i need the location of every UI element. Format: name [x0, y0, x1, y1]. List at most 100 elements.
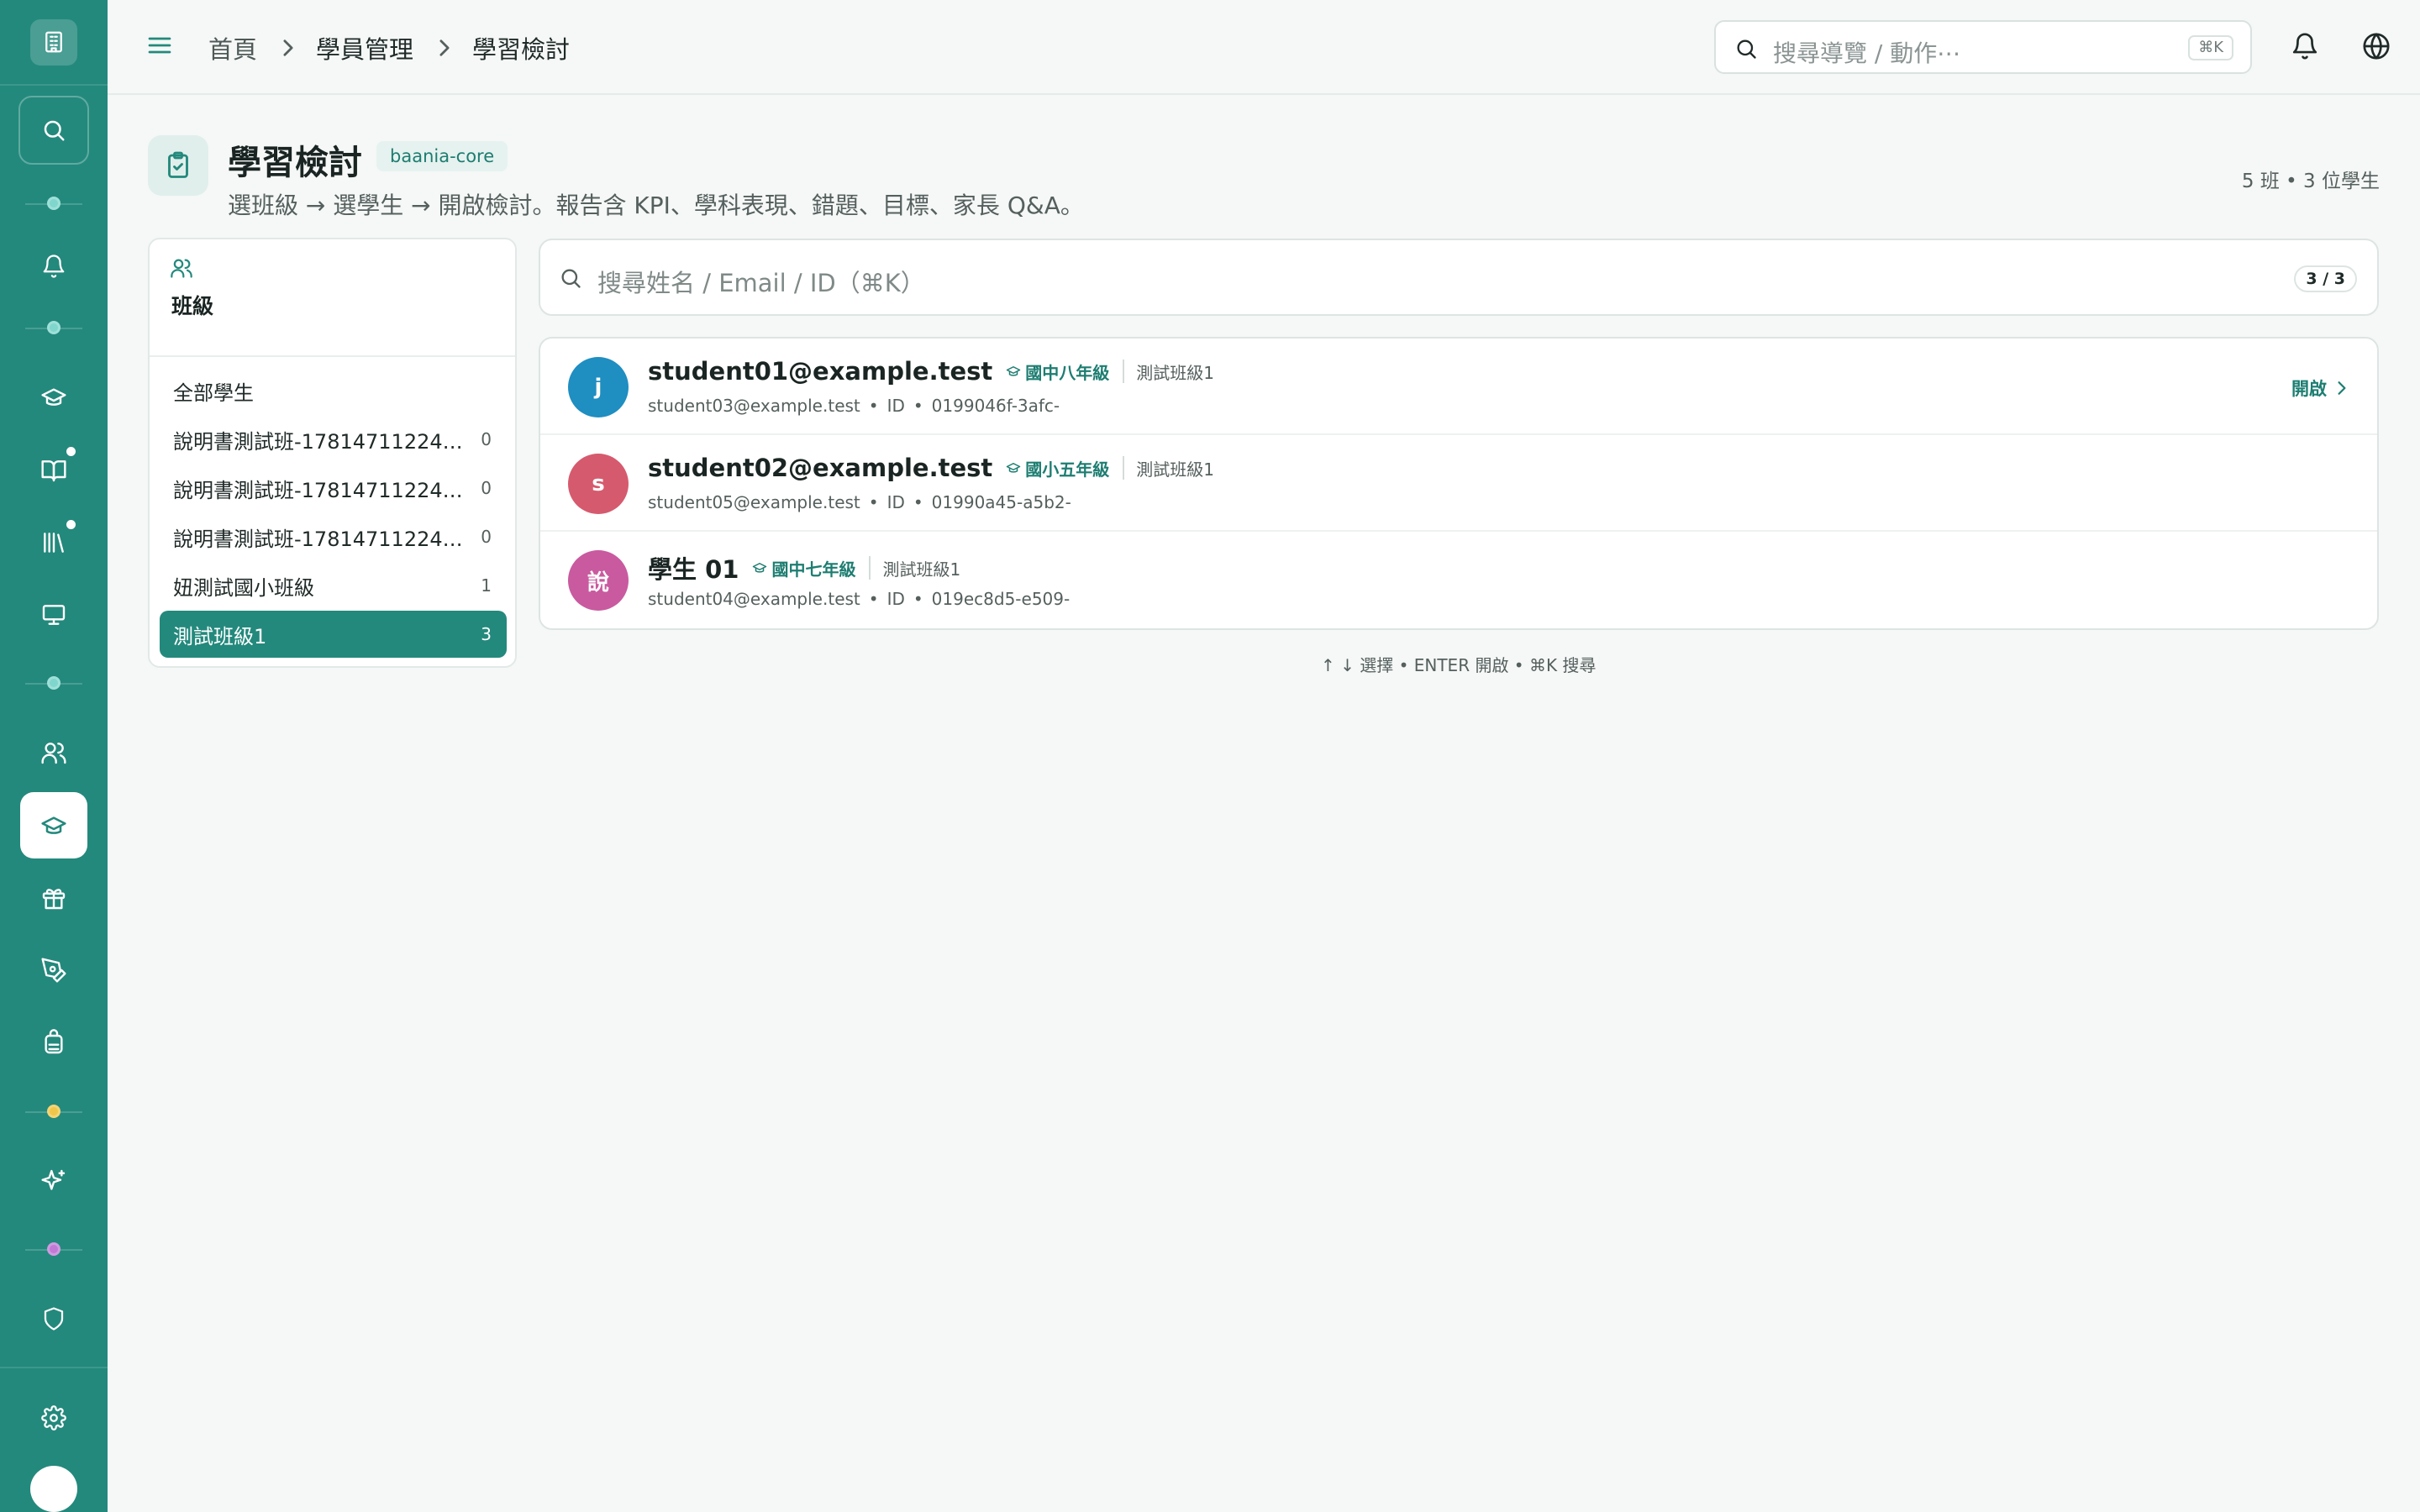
breadcrumb-student-management-link[interactable]: 學員管理	[316, 30, 413, 66]
dot-separator: •	[868, 492, 879, 512]
sidebar-item-security[interactable]	[20, 1286, 87, 1352]
class-item-all-students[interactable]: 全部學生	[160, 367, 507, 414]
menu-icon	[148, 37, 171, 54]
tag-divider	[1123, 456, 1125, 480]
student-header: student02@example.test 國小五年級 測試班級1	[648, 454, 1214, 482]
id-label: ID	[886, 589, 905, 609]
sidebar-item-rewards[interactable]	[20, 865, 87, 931]
clipboard-check-icon	[168, 151, 188, 178]
language-button[interactable]	[2362, 32, 2391, 60]
student-id: 019ec8d5-e509-	[931, 589, 1071, 609]
gift-icon	[42, 889, 66, 910]
student-avatar: 說	[568, 550, 629, 611]
library-icon	[44, 532, 64, 553]
student-email: student05@example.test	[648, 492, 860, 512]
student-meta: student05@example.test • ID • 01990a45-a5b2-	[648, 492, 1071, 512]
page-stats: 5 班 • 3 位學生	[2241, 171, 2380, 192]
class-item[interactable]: 說明書測試班-1781471122472⋯ 0	[160, 416, 507, 463]
bell-icon	[43, 255, 65, 278]
sidebar-section-divider	[0, 197, 108, 210]
class-item-label: 說明書測試班-1781471122472⋯	[173, 527, 467, 551]
notifications-button[interactable]	[2291, 32, 2319, 60]
class-item-selected[interactable]: 測試班級1 3	[160, 611, 507, 658]
sidebar-section-divider	[0, 321, 108, 335]
dot-separator: •	[913, 492, 923, 512]
grade-tag: 國中七年級	[752, 556, 855, 580]
global-search-placeholder: 搜尋導覽 / 動作⋯	[1773, 39, 1961, 67]
sidebar-item-screens[interactable]	[20, 582, 87, 648]
search-shortcut-badge: ⌘K	[2188, 35, 2233, 60]
class-item-label: 測試班級1	[173, 624, 267, 648]
id-label: ID	[886, 396, 905, 416]
open-review-button[interactable]: 開啟	[2291, 375, 2347, 401]
sidebar-item-settings[interactable]	[20, 1385, 87, 1451]
sidebar-item-learning-review[interactable]	[20, 792, 87, 858]
class-item[interactable]: 說明書測試班-1781471122472⋯ 0	[160, 513, 507, 560]
sidebar-section-divider	[0, 676, 108, 690]
student-avatar: j	[568, 357, 629, 417]
chevron-right-icon	[282, 39, 294, 57]
page-subtitle: 選班級 → 選學生 → 開啟檢討。報告含 KPI、學科表現、錯題、目標、家長 Q…	[228, 192, 1084, 219]
grade-tag: 國中八年級	[1006, 360, 1109, 384]
student-row[interactable]: j student01@example.test 國中八年級 測試班級1 stu…	[540, 339, 2377, 435]
sidebar-section-divider	[0, 1242, 108, 1256]
shield-icon	[44, 1307, 64, 1331]
search-icon	[559, 266, 582, 290]
users-icon	[170, 256, 193, 280]
breadcrumb: 首頁 學員管理 學習檢討	[208, 30, 570, 66]
grade-label: 國中七年級	[771, 559, 856, 580]
student-row[interactable]: 說 學生 01 國中七年級 測試班級1 student04@example.te…	[540, 532, 2377, 628]
menu-toggle-button[interactable]	[146, 34, 176, 60]
backpack-icon	[45, 1029, 63, 1054]
sidebar	[0, 0, 108, 1512]
notification-dot	[66, 447, 76, 457]
sidebar-search-button[interactable]	[18, 95, 89, 165]
class-item[interactable]: 妞測試國小班級 1	[160, 562, 507, 609]
scope-badge: baania-core	[376, 141, 508, 171]
student-name: student02@example.test	[648, 454, 993, 482]
student-search-input[interactable]: 搜尋姓名 / Email / ID（⌘K） 3 / 3	[539, 239, 2379, 316]
class-item-label: 說明書測試班-1781471122472⋯	[173, 478, 467, 502]
student-email: student04@example.test	[648, 589, 860, 609]
dot-separator: •	[913, 589, 923, 609]
sidebar-item-ai[interactable]	[20, 1147, 87, 1213]
sidebar-item-notifications[interactable]	[20, 234, 87, 299]
class-tag: 測試班級1	[1136, 459, 1214, 480]
class-list: 全部學生 說明書測試班-1781471122472⋯ 0 說明書測試班-1781…	[160, 367, 507, 659]
dot-separator: •	[868, 396, 879, 416]
sidebar-item-books[interactable]	[20, 437, 87, 502]
pen-tool-icon	[41, 958, 66, 983]
sidebar-item-backpack[interactable]	[20, 1010, 87, 1075]
student-header: 學生 01 國中七年級 測試班級1	[648, 550, 960, 585]
sidebar-item-design[interactable]	[20, 937, 87, 1003]
sidebar-item-courses[interactable]	[20, 365, 87, 430]
page-icon	[148, 135, 208, 196]
breadcrumb-home-link[interactable]: 首頁	[208, 30, 257, 66]
book-open-icon	[41, 459, 66, 481]
sidebar-divider	[0, 83, 108, 86]
users-icon	[41, 743, 66, 764]
student-search-placeholder: 搜尋姓名 / Email / ID（⌘K）	[597, 269, 925, 297]
result-count-badge: 3 / 3	[2294, 265, 2357, 292]
app-logo[interactable]	[30, 19, 77, 66]
sidebar-item-library[interactable]	[20, 510, 87, 575]
class-item-label: 妞測試國小班級	[173, 575, 314, 600]
student-row[interactable]: s student02@example.test 國小五年級 測試班級1 stu…	[540, 435, 2377, 532]
globe-icon	[2363, 33, 2390, 60]
global-search-input[interactable]: 搜尋導覽 / 動作⋯ ⌘K	[1714, 20, 2252, 74]
sidebar-item-students[interactable]	[20, 720, 87, 785]
chevron-right-icon	[2338, 381, 2346, 395]
monitor-icon	[42, 605, 66, 625]
class-item-count: 0	[481, 478, 492, 498]
search-icon	[1734, 37, 1758, 60]
student-meta: student04@example.test • ID • 019ec8d5-e509-	[648, 589, 1070, 609]
search-icon	[44, 120, 65, 141]
student-list: j student01@example.test 國中八年級 測試班級1 stu…	[539, 337, 2379, 630]
class-item-label: 說明書測試班-1781471122472⋯	[173, 429, 467, 454]
keyboard-hint: ↑ ↓ 選擇 • ENTER 開啟 • ⌘K 搜尋	[1321, 655, 1597, 675]
user-avatar[interactable]	[30, 1466, 77, 1512]
id-label: ID	[886, 492, 905, 512]
class-item-label: 全部學生	[173, 381, 254, 405]
class-item[interactable]: 說明書測試班-1781471122472⋯ 0	[160, 465, 507, 512]
panel-divider	[150, 355, 515, 357]
